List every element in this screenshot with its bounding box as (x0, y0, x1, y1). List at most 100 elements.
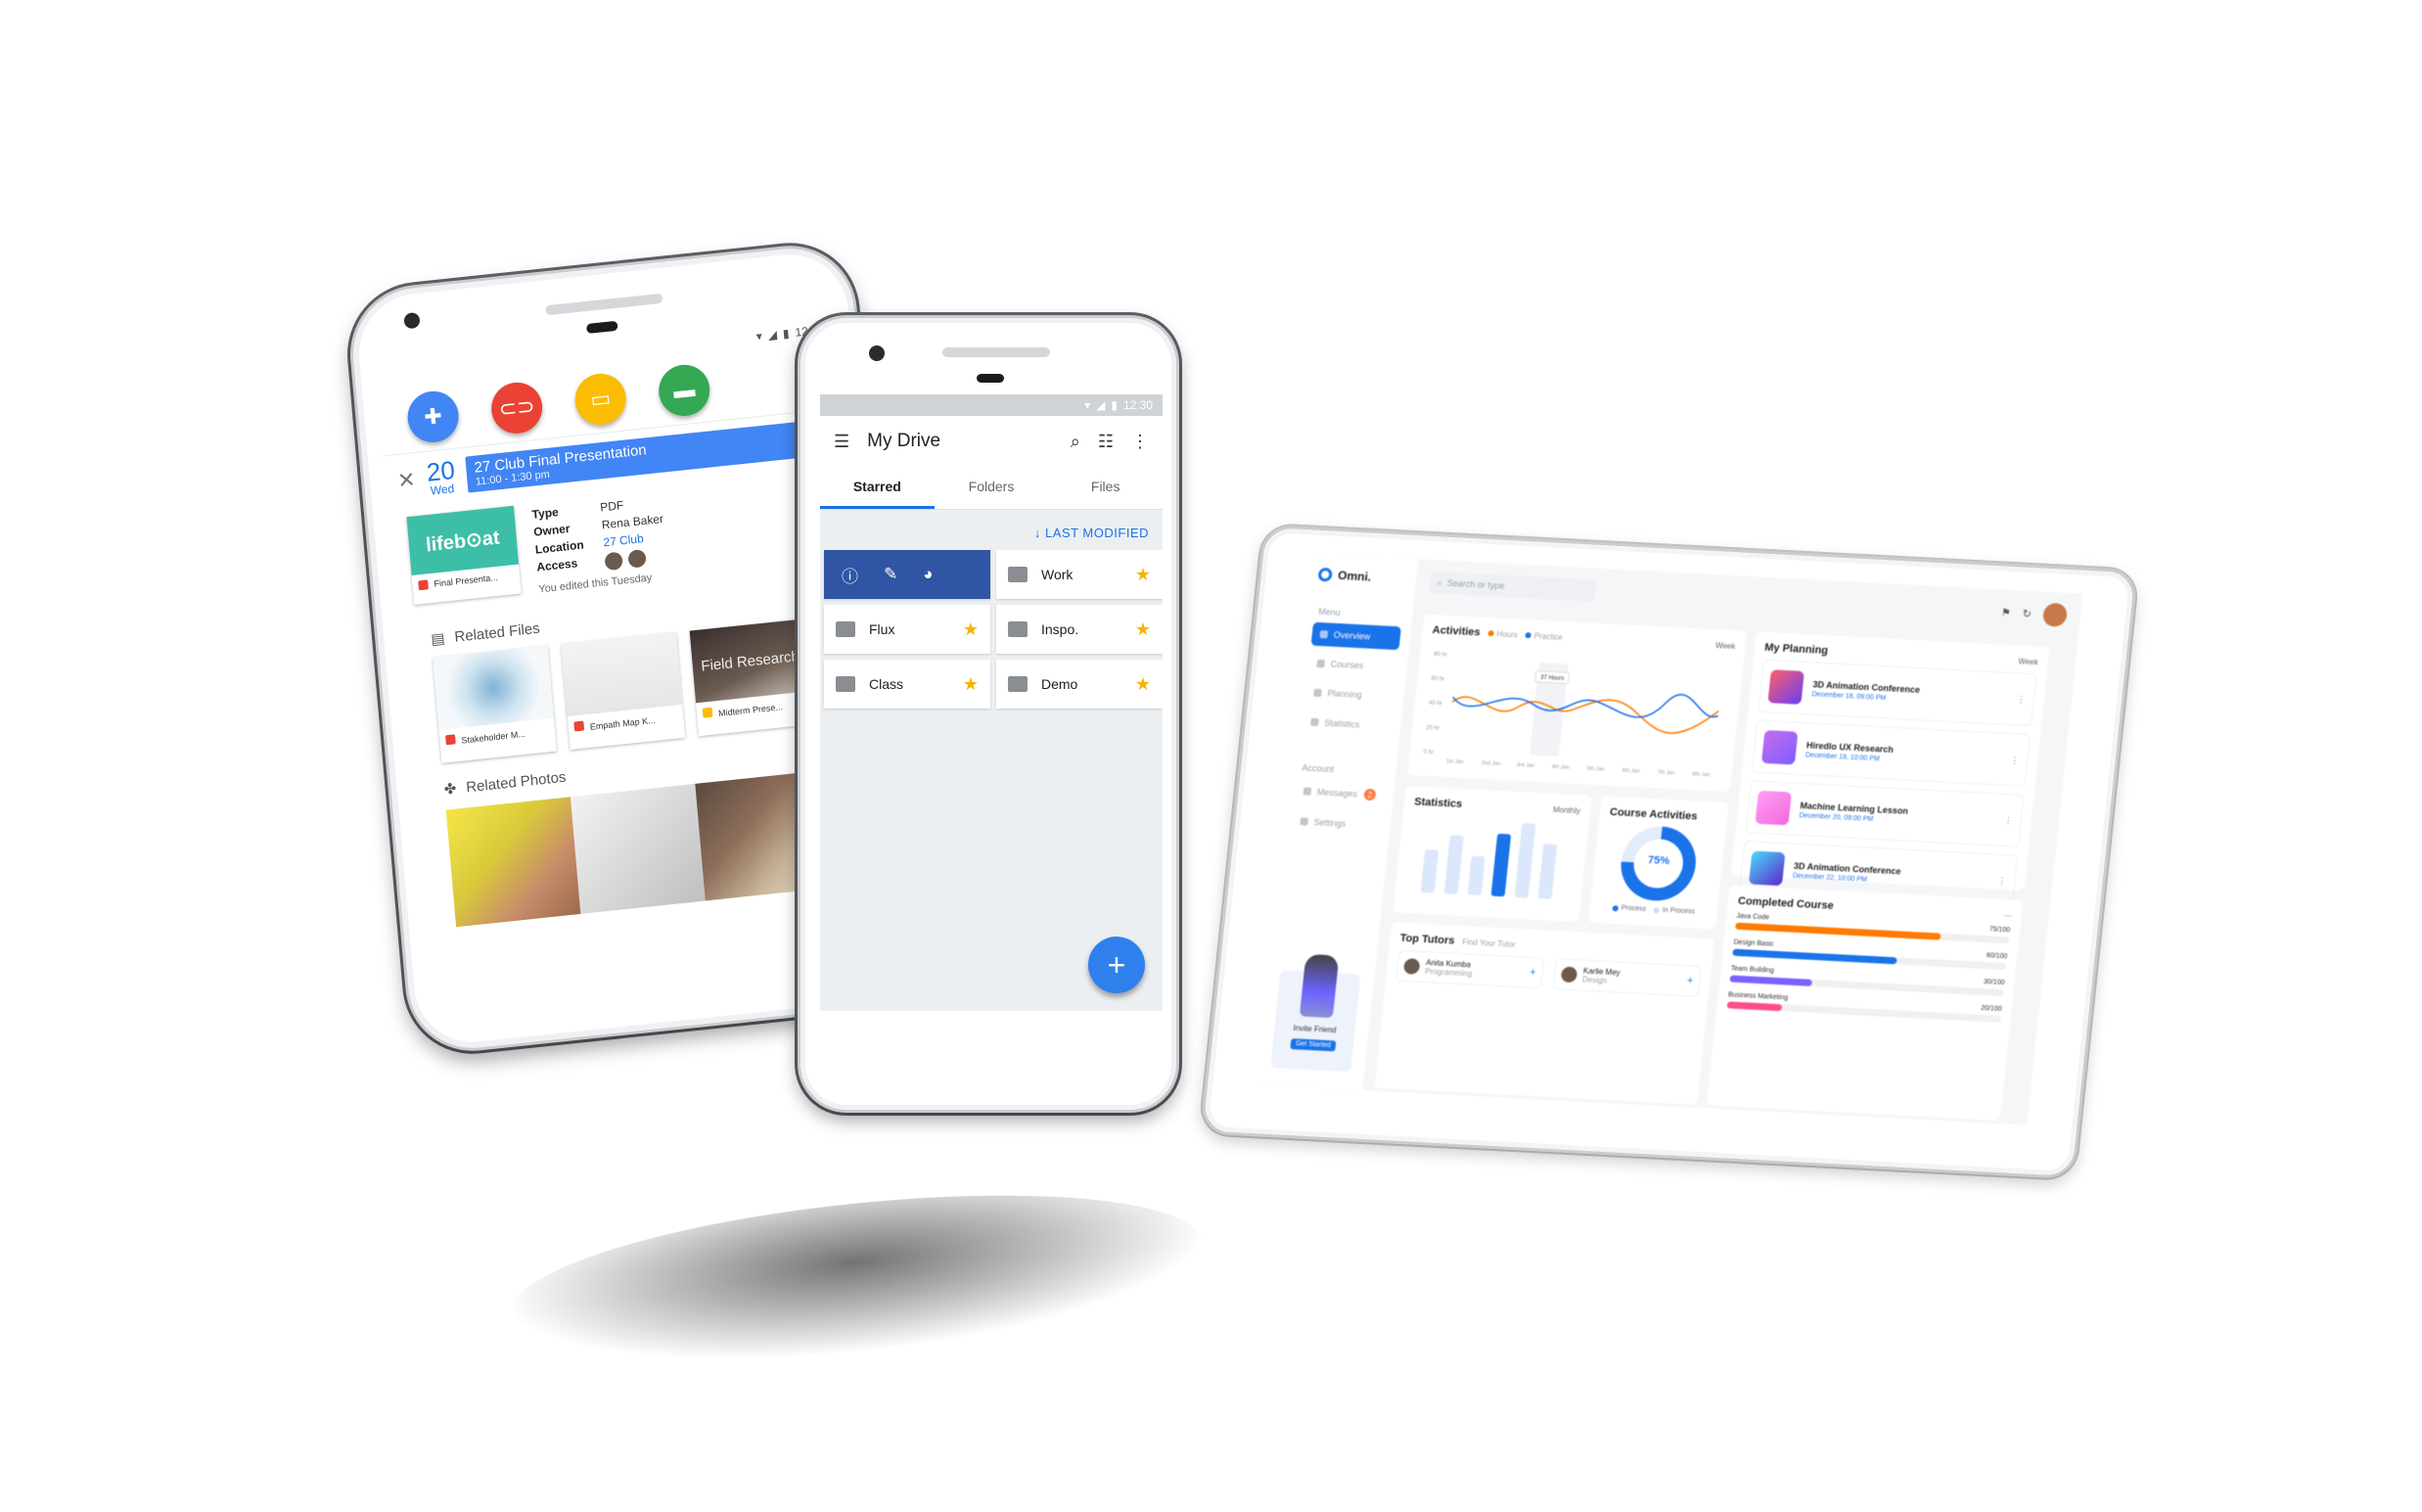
legend-swatch (1612, 904, 1619, 911)
avatar (1402, 958, 1421, 975)
event-weekday: Wed (430, 481, 455, 498)
tutor-card[interactable]: Karlie Mey Design + (1552, 958, 1702, 997)
related-file-card[interactable]: Stakeholder M... (433, 645, 557, 763)
access-avatars[interactable] (604, 547, 667, 572)
tab-starred[interactable]: Starred (820, 467, 935, 509)
star-icon[interactable]: ★ (1135, 619, 1151, 640)
more-vert-icon[interactable]: ⋮ (1131, 432, 1149, 452)
file-thumbnail[interactable]: lifeb⊙at Final Presenta... (406, 505, 522, 605)
grid-icon (1319, 630, 1329, 639)
more-vert-icon[interactable]: ⋮ (1997, 875, 2007, 886)
period-select[interactable]: Week (1715, 641, 1736, 651)
info-icon[interactable]: ⓘ (842, 563, 858, 587)
folder-item-work[interactable]: Work ★ (996, 550, 1163, 599)
calendar-icon (1313, 688, 1322, 698)
new-button[interactable]: + (1088, 937, 1145, 993)
legend-swatch (1525, 632, 1532, 639)
sort-control[interactable]: ↓ LAST MODIFIED (820, 510, 1163, 550)
related-photo[interactable] (570, 783, 706, 914)
planning-item[interactable]: Machine Learning Lesson December 20, 09:0… (1745, 780, 2025, 848)
more-vert-icon[interactable]: ⋮ (2003, 814, 2013, 825)
more-vert-icon[interactable]: ⋮ (2016, 694, 2026, 705)
tutor-card[interactable]: Anita Kumba Programming + (1395, 949, 1545, 989)
related-files-label: Related Files (453, 619, 541, 646)
folder-name: Class (869, 676, 904, 692)
sidebar-item-settings[interactable]: Settings (1291, 809, 1381, 838)
sidebar-item-courses[interactable]: Courses (1307, 652, 1397, 680)
folder-move-icon: ▭ (589, 385, 613, 412)
sidebar-item-overview[interactable]: Overview (1310, 621, 1401, 651)
x-tick-label: 6th Jan (1622, 767, 1640, 774)
tablet-dashboard: Omni. Menu Overview Courses Planning Sta… (1199, 524, 2139, 1180)
sidebar-item-planning[interactable]: Planning (1304, 680, 1394, 709)
close-icon[interactable]: ✕ (396, 467, 417, 494)
star-icon[interactable]: ★ (963, 674, 979, 695)
related-file-caption: Stakeholder M... (461, 728, 526, 746)
sensor-notch (585, 320, 618, 335)
sidebar-item-messages[interactable]: Messages 2 (1295, 778, 1386, 808)
sidebar-item-statistics[interactable]: Statistics (1302, 710, 1392, 738)
planning-item[interactable]: 3D Animation Conference December 18, 09:0… (1758, 659, 2037, 727)
folder-options-toolbar: ⓘ ✎ ◕ (824, 550, 990, 599)
folder-item-demo[interactable]: Demo ★ (996, 660, 1163, 709)
more-horiz-icon[interactable]: ⋯ (2003, 911, 2012, 920)
add-person-button[interactable]: ✚ (405, 389, 461, 445)
period-select[interactable]: Monthly (1553, 804, 1581, 814)
tab-folders[interactable]: Folders (935, 467, 1049, 509)
planning-item[interactable]: Hiredlo UX Research December 19, 10:00 PM… (1751, 719, 2032, 787)
tab-files[interactable]: Files (1048, 467, 1163, 509)
folder-item-flux[interactable]: Flux ★ (824, 605, 990, 654)
statistics-bar (1467, 855, 1485, 896)
pinwheel-icon: ✤ (443, 780, 458, 799)
course-progress-text: 30/100 (1983, 979, 2005, 987)
event-thumbnail (1748, 850, 1786, 887)
refresh-icon[interactable]: ↻ (2022, 607, 2033, 619)
search-input[interactable]: ⌕ Search or type (1428, 571, 1597, 602)
list-view-icon[interactable]: ☷ (1098, 432, 1114, 452)
search-icon[interactable]: ⌕ (1071, 432, 1080, 452)
more-vert-icon[interactable]: ⋮ (2010, 755, 2020, 765)
star-icon[interactable]: ★ (963, 619, 979, 640)
activities-card: Activities Hours Practice Week 80 hr 60 … (1407, 614, 1747, 793)
y-tick-label: 20 hr (1426, 725, 1439, 732)
book-icon (1316, 659, 1326, 668)
status-bar: ▾ ◢ ▮ 12:30 (820, 394, 1163, 416)
add-person-icon: ✚ (423, 402, 443, 430)
add-icon[interactable]: + (1686, 975, 1694, 986)
folder-item-class[interactable]: Class ★ (824, 660, 990, 709)
link-button[interactable]: ⊂⊃ (489, 380, 545, 436)
star-icon[interactable]: ★ (1135, 674, 1151, 695)
menu-icon[interactable]: ☰ (834, 432, 849, 452)
avatar[interactable] (2041, 602, 2069, 627)
meta-value-location[interactable]: 27 Club (603, 529, 665, 549)
pdf-icon (573, 720, 585, 732)
notification-icon[interactable]: ⚑ (2000, 606, 2011, 619)
sidebar-item-label: Overview (1333, 629, 1371, 642)
statistics-card: Statistics Monthly (1393, 785, 1592, 923)
statistics-bars (1405, 813, 1579, 900)
course-name: Design Basic (1733, 939, 1774, 948)
activities-title: Activities (1432, 624, 1482, 639)
comment-button[interactable]: ▬ (657, 362, 712, 419)
related-file-card[interactable]: Empath Map K... (561, 632, 686, 751)
search-icon: ⌕ (1437, 576, 1443, 587)
folder-icon (1008, 567, 1028, 582)
invite-promo: Invite Friend Get Started (1270, 953, 1361, 1073)
related-photo[interactable] (445, 797, 581, 928)
add-icon[interactable]: + (1529, 967, 1536, 979)
rename-icon[interactable]: ✎ (884, 565, 897, 584)
color-palette-icon[interactable]: ◕ (923, 565, 933, 584)
my-planning-card: My Planning Week 3D Animation Conference… (1730, 631, 2050, 908)
folder-move-button[interactable]: ▭ (572, 371, 628, 428)
file-icon: ▤ (430, 629, 446, 649)
folder-item-inspo[interactable]: Inspo. ★ (996, 605, 1163, 654)
period-select[interactable]: Week (2018, 657, 2038, 666)
course-activities-title: Course Activities (1609, 805, 1698, 823)
star-icon[interactable]: ★ (1135, 565, 1151, 585)
legend-label: Practice (1533, 631, 1564, 642)
promo-button[interactable]: Get Started (1290, 1038, 1337, 1052)
tutor-role: Programming (1424, 967, 1473, 979)
related-file-card[interactable]: Field Research Midterm Prese... (689, 619, 814, 737)
planning-text: Hiredlo UX Research December 19, 10:00 PM (1805, 740, 1895, 763)
